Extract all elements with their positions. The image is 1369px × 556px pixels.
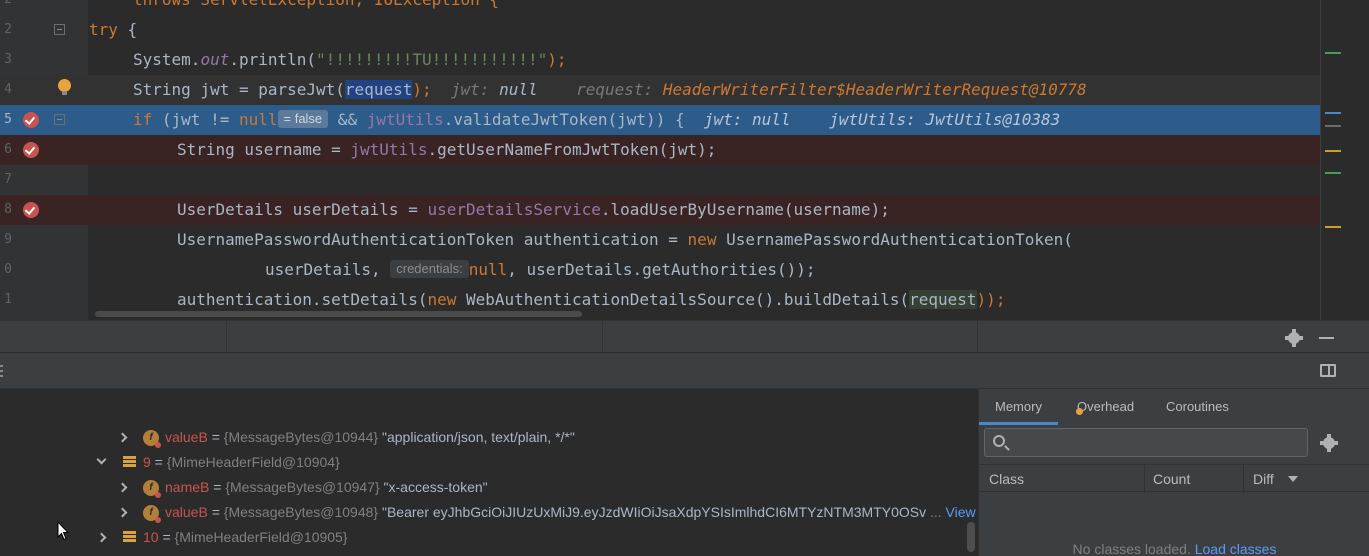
- change-marker[interactable]: [1325, 172, 1341, 174]
- collapse-arrow-icon[interactable]: [96, 454, 107, 465]
- search-icon: [993, 435, 1005, 447]
- expand-arrow-icon[interactable]: [96, 532, 107, 543]
- toolbar-separator: [977, 321, 978, 354]
- fold-icon[interactable]: [54, 114, 65, 125]
- code-text: UsernamePasswordAuthenticationToken auth…: [177, 230, 1073, 249]
- code-line-breakpoint[interactable]: 8 UserDetails userDetails = userDetailsS…: [0, 195, 1320, 225]
- array-element-icon: [123, 531, 136, 543]
- load-classes-link[interactable]: Load classes: [1195, 541, 1277, 556]
- line-number: 3: [4, 52, 12, 67]
- vertical-scrollbar[interactable]: [967, 522, 975, 552]
- memory-table-header: Class Count Diff: [979, 464, 1369, 493]
- line-number: 2: [0, 0, 12, 15]
- line-number: 2: [4, 22, 12, 37]
- gear-icon[interactable]: [1320, 434, 1338, 452]
- toolbar-separator: [226, 321, 227, 354]
- right-tool-strip: [1343, 0, 1369, 320]
- drag-handle-icon[interactable]: [0, 365, 3, 379]
- tree-row[interactable]: f valueB = {MessageBytes@10948} "Bearer …: [0, 500, 978, 525]
- code-text: String jwt = parseJwt(request); jwt: nul…: [133, 80, 1087, 99]
- breakpoint-icon[interactable]: [23, 142, 39, 158]
- tab-overhead[interactable]: Overhead: [1077, 389, 1134, 425]
- empty-state: No classes loaded. Load classes: [1072, 541, 1277, 556]
- inlay-hint: = false: [277, 110, 329, 128]
- layout-icon[interactable]: [1320, 364, 1336, 377]
- code-editor[interactable]: 2 throws ServletException, IOException {…: [0, 0, 1369, 320]
- inlay-hint: credentials:: [390, 260, 469, 278]
- expand-arrow-icon[interactable]: [117, 507, 128, 518]
- sort-arrow-icon[interactable]: [1288, 476, 1298, 482]
- column-diff[interactable]: Diff: [1253, 465, 1274, 493]
- gear-icon[interactable]: [1285, 329, 1303, 347]
- change-marker[interactable]: [1325, 125, 1341, 127]
- horizontal-scrollbar[interactable]: [95, 311, 582, 317]
- code-line[interactable]: 7: [0, 165, 1320, 195]
- line-number: 4: [4, 82, 12, 97]
- expand-arrow-icon[interactable]: [117, 432, 128, 443]
- code-text: if (jwt != null = false && jwtUtils.valid…: [133, 110, 1061, 129]
- class-search-input[interactable]: [984, 428, 1308, 457]
- variables-tree[interactable]: f valueB = {MessageBytes@10944} "applica…: [0, 389, 978, 556]
- line-number: 6: [4, 142, 12, 157]
- code-text: String username = jwtUtils.getUserNameFr…: [177, 140, 717, 159]
- warning-marker[interactable]: [1325, 150, 1341, 152]
- code-text: throws ServletException, IOException {: [133, 0, 499, 15]
- column-separator[interactable]: [1243, 465, 1244, 493]
- view-link[interactable]: View: [942, 504, 976, 520]
- code-line[interactable]: 2 throws ServletException, IOException {: [0, 0, 1320, 15]
- code-text: UserDetails userDetails = userDetailsSer…: [177, 200, 890, 219]
- line-number: 5: [4, 112, 12, 127]
- expand-arrow-icon[interactable]: [117, 482, 128, 493]
- tab-memory[interactable]: Memory: [979, 389, 1058, 425]
- change-marker[interactable]: [1325, 112, 1341, 114]
- breakpoint-icon[interactable]: [23, 112, 39, 128]
- lightbulb-icon[interactable]: [58, 79, 71, 95]
- field-icon: f: [143, 430, 161, 448]
- column-class[interactable]: Class: [989, 465, 1024, 493]
- tree-row[interactable]: 9 = {MimeHeaderField@10904}: [0, 450, 978, 475]
- toolbar-separator: [602, 321, 603, 354]
- memory-panel: Memory Overhead Coroutines Class Count D…: [978, 389, 1369, 556]
- column-count[interactable]: Count: [1153, 465, 1190, 493]
- code-line-breakpoint[interactable]: 6 String username = jwtUtils.getUserName…: [0, 135, 1320, 165]
- tree-row[interactable]: f valueB = {MessageBytes@10944} "applica…: [0, 425, 978, 450]
- code-line[interactable]: 3 System.out.println("!!!!!!!!!TU!!!!!!!…: [0, 45, 1320, 75]
- column-separator[interactable]: [1144, 465, 1145, 493]
- tree-row[interactable]: 10 = {MimeHeaderField@10905}: [0, 525, 978, 550]
- array-element-icon: [123, 456, 136, 468]
- line-number: 9: [4, 232, 12, 247]
- code-line-current[interactable]: 4 String jwt = parseJwt(request); jwt: n…: [0, 75, 1320, 105]
- code-text: System.out.println("!!!!!!!!!TU!!!!!!!!!…: [133, 50, 567, 69]
- code-text: userDetails, credentials: null, userDetai…: [265, 260, 816, 279]
- frames-toolbar: [0, 353, 1369, 389]
- breakpoint-icon[interactable]: [23, 202, 39, 218]
- notification-dot-icon: [1076, 408, 1083, 415]
- field-icon: f: [143, 505, 161, 523]
- tab-coroutines[interactable]: Coroutines: [1166, 389, 1229, 425]
- tree-row[interactable]: f nameB = {MessageBytes@10947} "x-access…: [0, 475, 978, 500]
- line-number: 8: [4, 202, 12, 217]
- line-number: 1: [4, 292, 12, 307]
- line-number: 7: [4, 172, 12, 187]
- field-icon: f: [143, 480, 161, 498]
- minimize-icon[interactable]: [1319, 337, 1334, 339]
- code-text: try {: [89, 20, 138, 39]
- error-stripe[interactable]: [1320, 0, 1342, 320]
- line-number: 0: [4, 262, 12, 277]
- fold-icon[interactable]: [54, 24, 65, 35]
- code-line[interactable]: 0 userDetails, credentials: null, userDet…: [0, 255, 1320, 285]
- code-line-execution-point[interactable]: 5 if (jwt != null = false && jwtUtils.val…: [0, 105, 1320, 135]
- change-marker[interactable]: [1325, 52, 1341, 54]
- code-line[interactable]: 2 try {: [0, 15, 1320, 45]
- code-line[interactable]: 9 UsernamePasswordAuthenticationToken au…: [0, 225, 1320, 255]
- debug-toolbar: [0, 320, 1369, 354]
- warning-marker[interactable]: [1325, 226, 1341, 228]
